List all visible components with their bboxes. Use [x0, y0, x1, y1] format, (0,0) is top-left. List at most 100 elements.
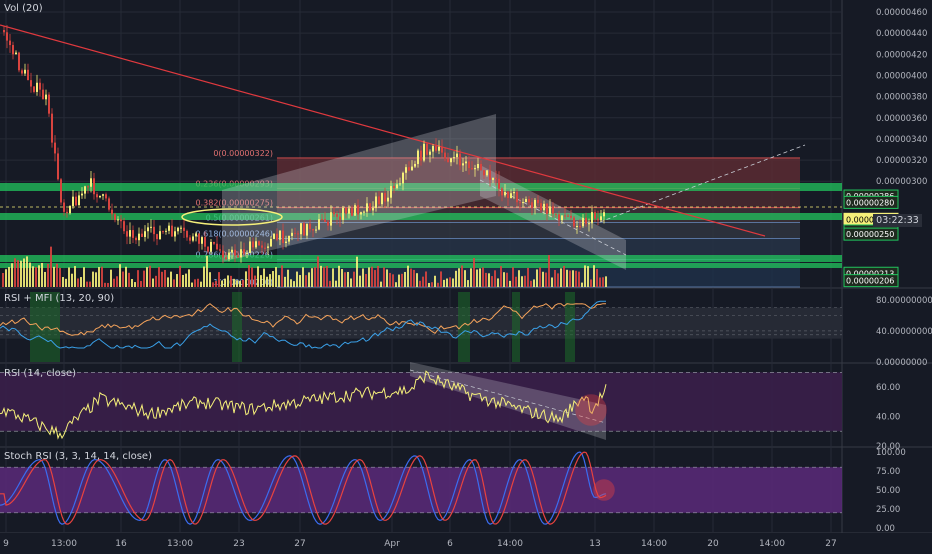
- candle-body: [333, 212, 335, 215]
- candle-body: [51, 113, 53, 143]
- volume-bar: [380, 281, 382, 287]
- candle-body: [84, 186, 86, 194]
- candle-body: [42, 89, 44, 100]
- rsi-highlight-circle: [575, 394, 607, 426]
- volume-bar: [89, 281, 91, 287]
- volume-bar: [140, 281, 142, 287]
- candle-body: [99, 195, 101, 198]
- volume-bar: [419, 280, 421, 287]
- volume-bar: [416, 273, 418, 287]
- volume-bar: [44, 271, 46, 287]
- volume-bar: [581, 282, 583, 287]
- volume-bar: [50, 246, 52, 287]
- candle-body: [132, 230, 134, 238]
- x-axis-tick: 23: [233, 539, 244, 549]
- candle-body: [294, 232, 296, 234]
- volume-bar: [98, 267, 100, 287]
- volume-bar: [605, 276, 607, 287]
- candle-body: [219, 249, 221, 251]
- candle-body: [117, 219, 119, 221]
- candle-body: [24, 69, 26, 74]
- candle-body: [228, 252, 230, 260]
- volume-bar: [224, 278, 226, 287]
- candle-body: [555, 213, 557, 215]
- candle-body: [69, 206, 71, 214]
- volume-bar: [527, 267, 529, 287]
- candle-body: [528, 198, 530, 203]
- volume-bar: [212, 282, 214, 287]
- candle-body: [534, 199, 536, 208]
- volume-bar: [137, 270, 139, 287]
- rsi-y-tick: 60.00: [876, 383, 900, 393]
- candle-body: [435, 146, 437, 151]
- candle-body: [513, 192, 515, 194]
- fib-label: 0(0.00000322): [213, 149, 273, 158]
- candle-body: [210, 241, 212, 252]
- candle-body: [15, 52, 17, 55]
- candle-body: [108, 198, 110, 210]
- stoch-highlight-circle: [593, 479, 615, 501]
- volume-bar: [14, 258, 16, 287]
- volume-bar: [389, 272, 391, 287]
- volume-bar: [8, 267, 10, 287]
- x-axis-bg: [0, 533, 932, 550]
- volume-bar: [596, 268, 598, 287]
- candle-body: [477, 164, 479, 169]
- volume-bar: [263, 268, 265, 287]
- candle-body: [351, 208, 353, 216]
- volume-bar: [548, 255, 550, 287]
- volume-bar: [434, 275, 436, 287]
- candle-body: [327, 221, 329, 226]
- volume-bar: [323, 266, 325, 287]
- volume-bar: [512, 267, 514, 287]
- chart-svg[interactable]: 0.00000460 0.00000440 0.00000420 0.00000400…: [0, 0, 932, 550]
- candle-body: [72, 196, 74, 207]
- candle-body: [423, 143, 425, 161]
- volume-bar: [239, 280, 241, 287]
- volume-bar: [38, 265, 40, 287]
- candle-body: [384, 193, 386, 202]
- candle-body: [309, 223, 311, 230]
- volume-bar: [440, 271, 442, 287]
- candle-body: [135, 237, 137, 241]
- volume-bar: [158, 267, 160, 287]
- candle-body: [120, 219, 122, 222]
- candle-body: [453, 157, 455, 159]
- volume-bar: [320, 265, 322, 287]
- candle-body: [201, 237, 203, 244]
- candle-body: [267, 246, 269, 248]
- candle-body: [495, 177, 497, 179]
- rsi-mfi-band: [0, 307, 842, 339]
- candle-body: [246, 253, 248, 255]
- volume-bar: [338, 265, 340, 287]
- volume-bar: [476, 269, 478, 287]
- volume-bar: [74, 266, 76, 287]
- price-y-tick: 0.00000300: [876, 177, 927, 187]
- volume-bar: [242, 279, 244, 287]
- volume-bar: [398, 274, 400, 287]
- candle-body: [537, 199, 539, 204]
- volume-bar: [356, 256, 358, 287]
- volume-bar: [506, 272, 508, 287]
- volume-bar: [347, 271, 349, 287]
- volume-bar: [35, 267, 37, 287]
- candle-body: [342, 207, 344, 220]
- volume-bar: [128, 272, 130, 287]
- volume-bar: [299, 275, 301, 287]
- volume-bar: [377, 265, 379, 287]
- candle-body: [93, 178, 95, 195]
- price-y-tick: 0.00000320: [876, 156, 927, 166]
- candle-body: [243, 249, 245, 254]
- stoch-y-tick: 25.00: [876, 505, 900, 515]
- candle-body: [168, 225, 170, 231]
- volume-bar: [56, 263, 58, 287]
- volume-bar: [197, 278, 199, 287]
- candle-body: [468, 161, 470, 169]
- volume-bar: [275, 267, 277, 287]
- candle-body: [417, 150, 419, 164]
- candle-body: [381, 193, 383, 205]
- volume-bar: [554, 269, 556, 287]
- price-marker-label: 0.00000280: [846, 198, 894, 207]
- candle-body: [303, 223, 305, 236]
- candle-body: [126, 231, 128, 237]
